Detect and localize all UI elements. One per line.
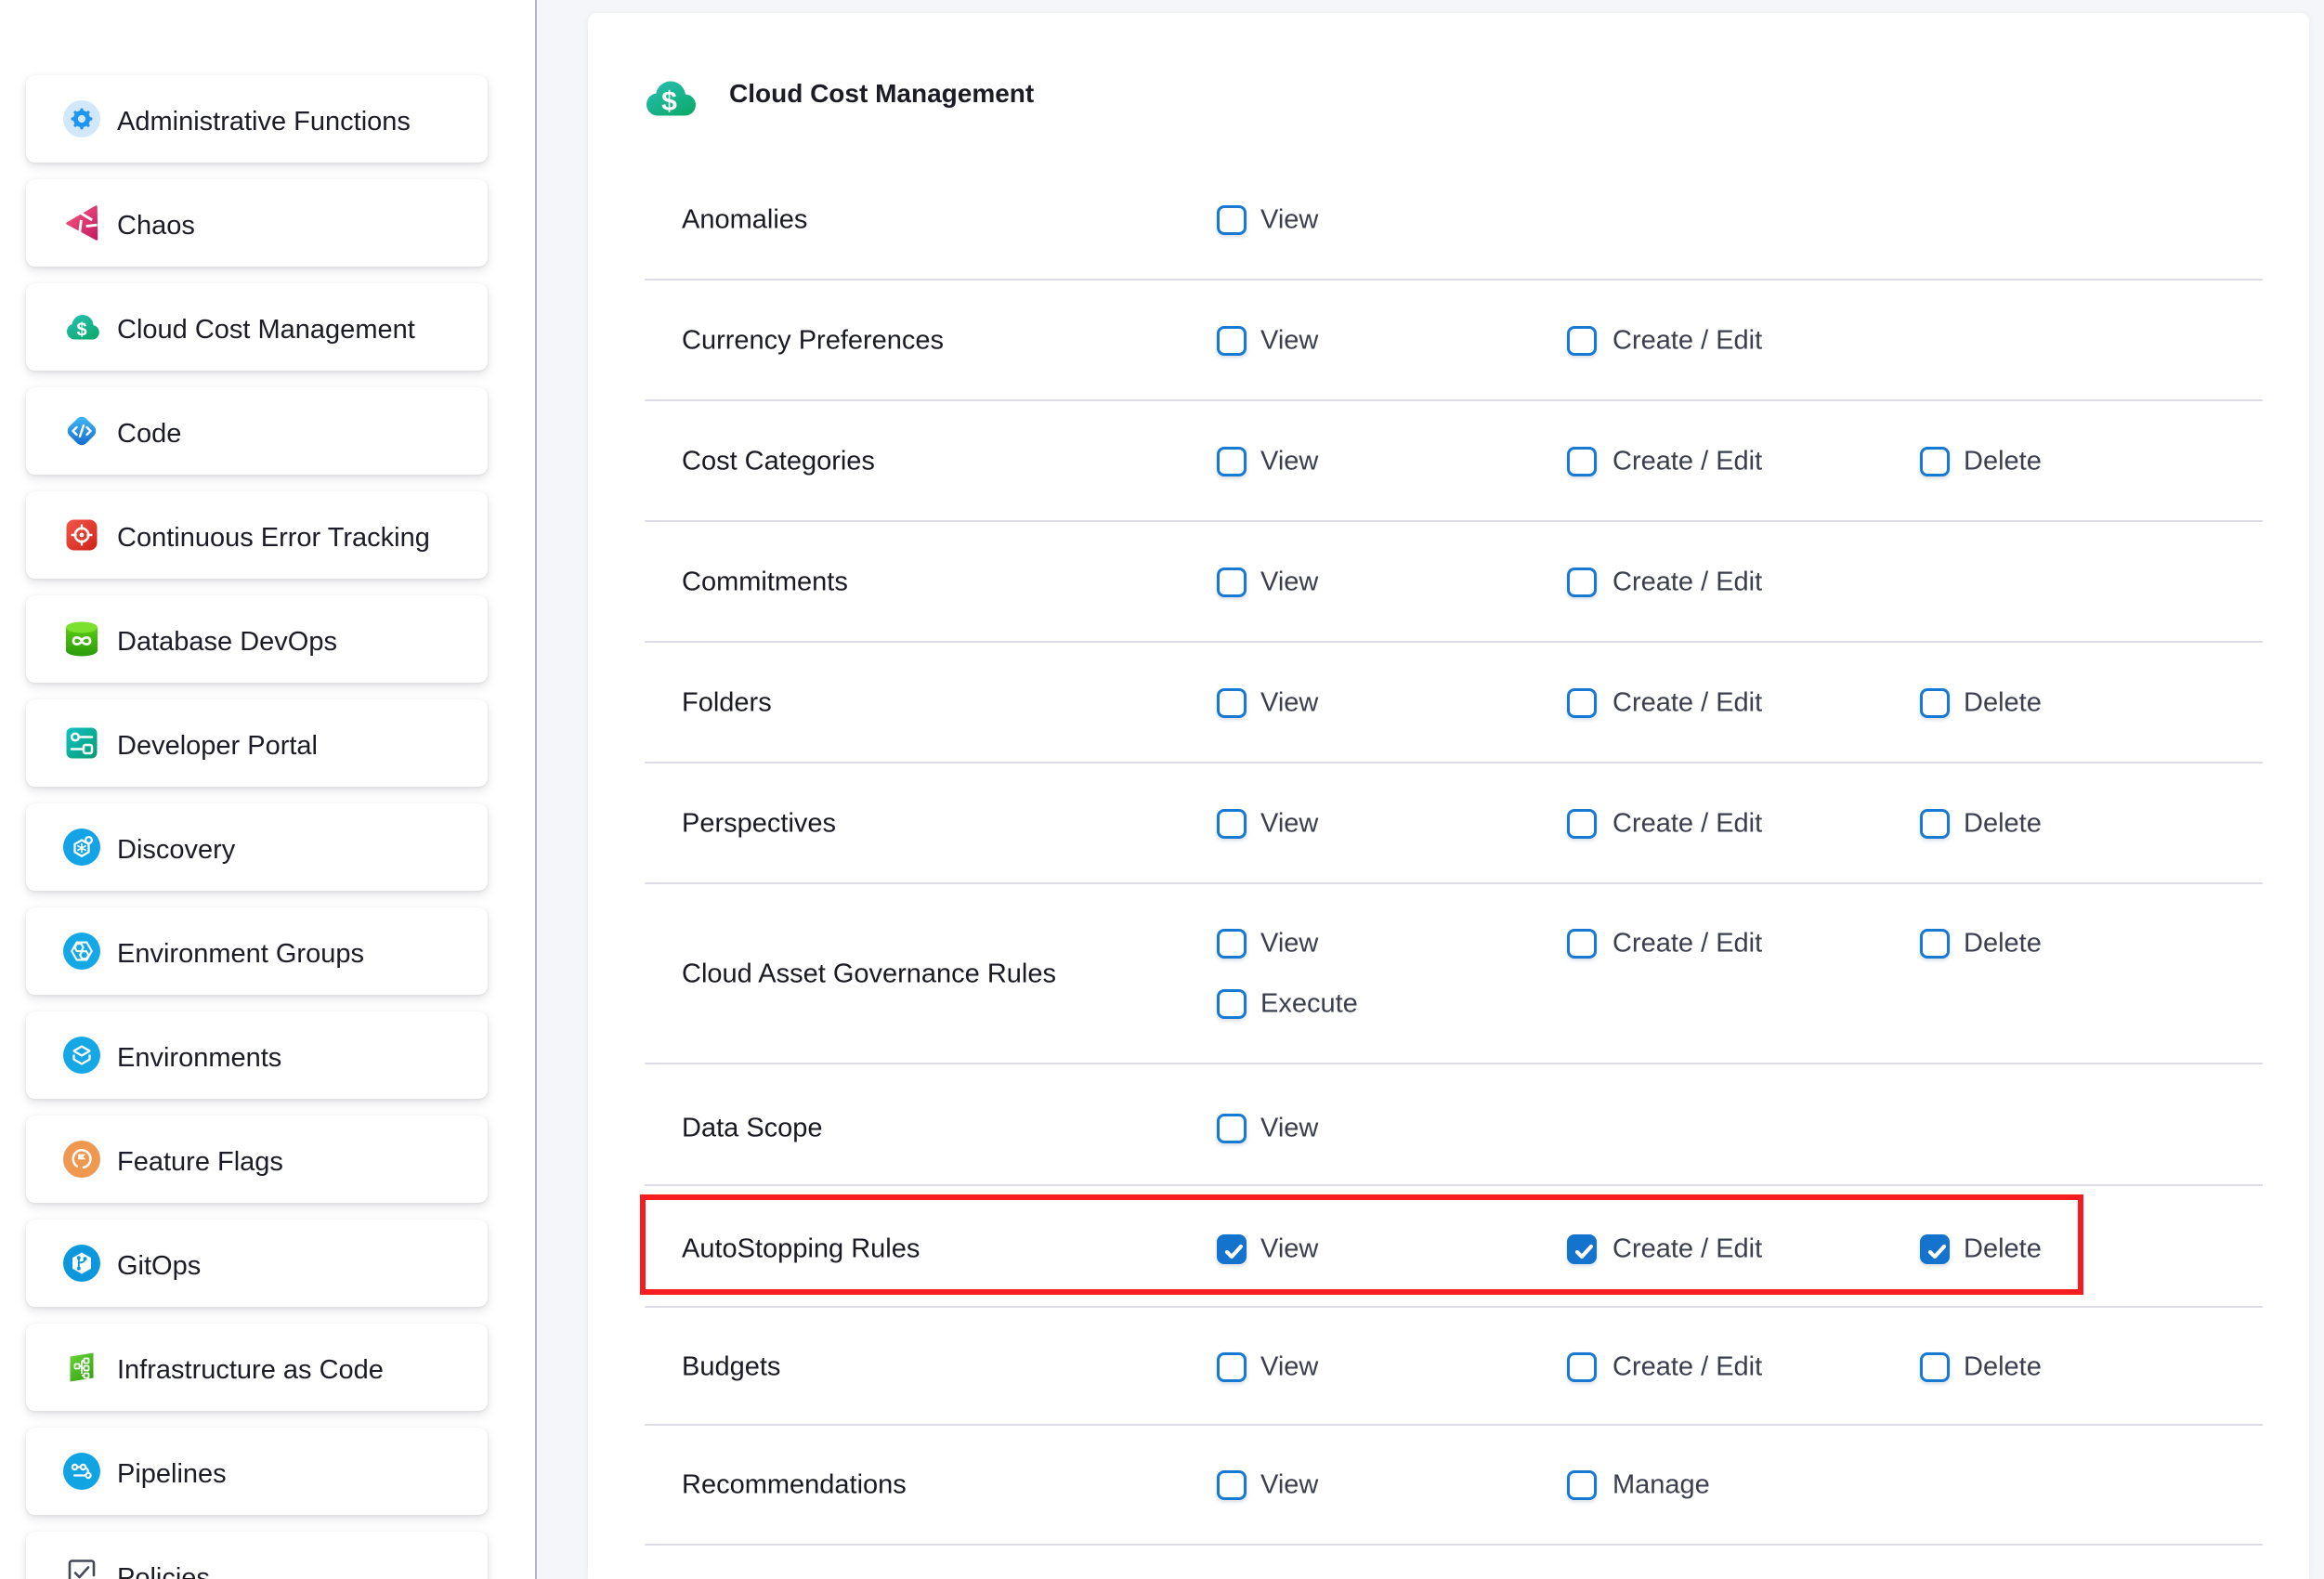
svg-text:$: $ <box>76 320 86 341</box>
svg-text:$: $ <box>661 86 677 117</box>
